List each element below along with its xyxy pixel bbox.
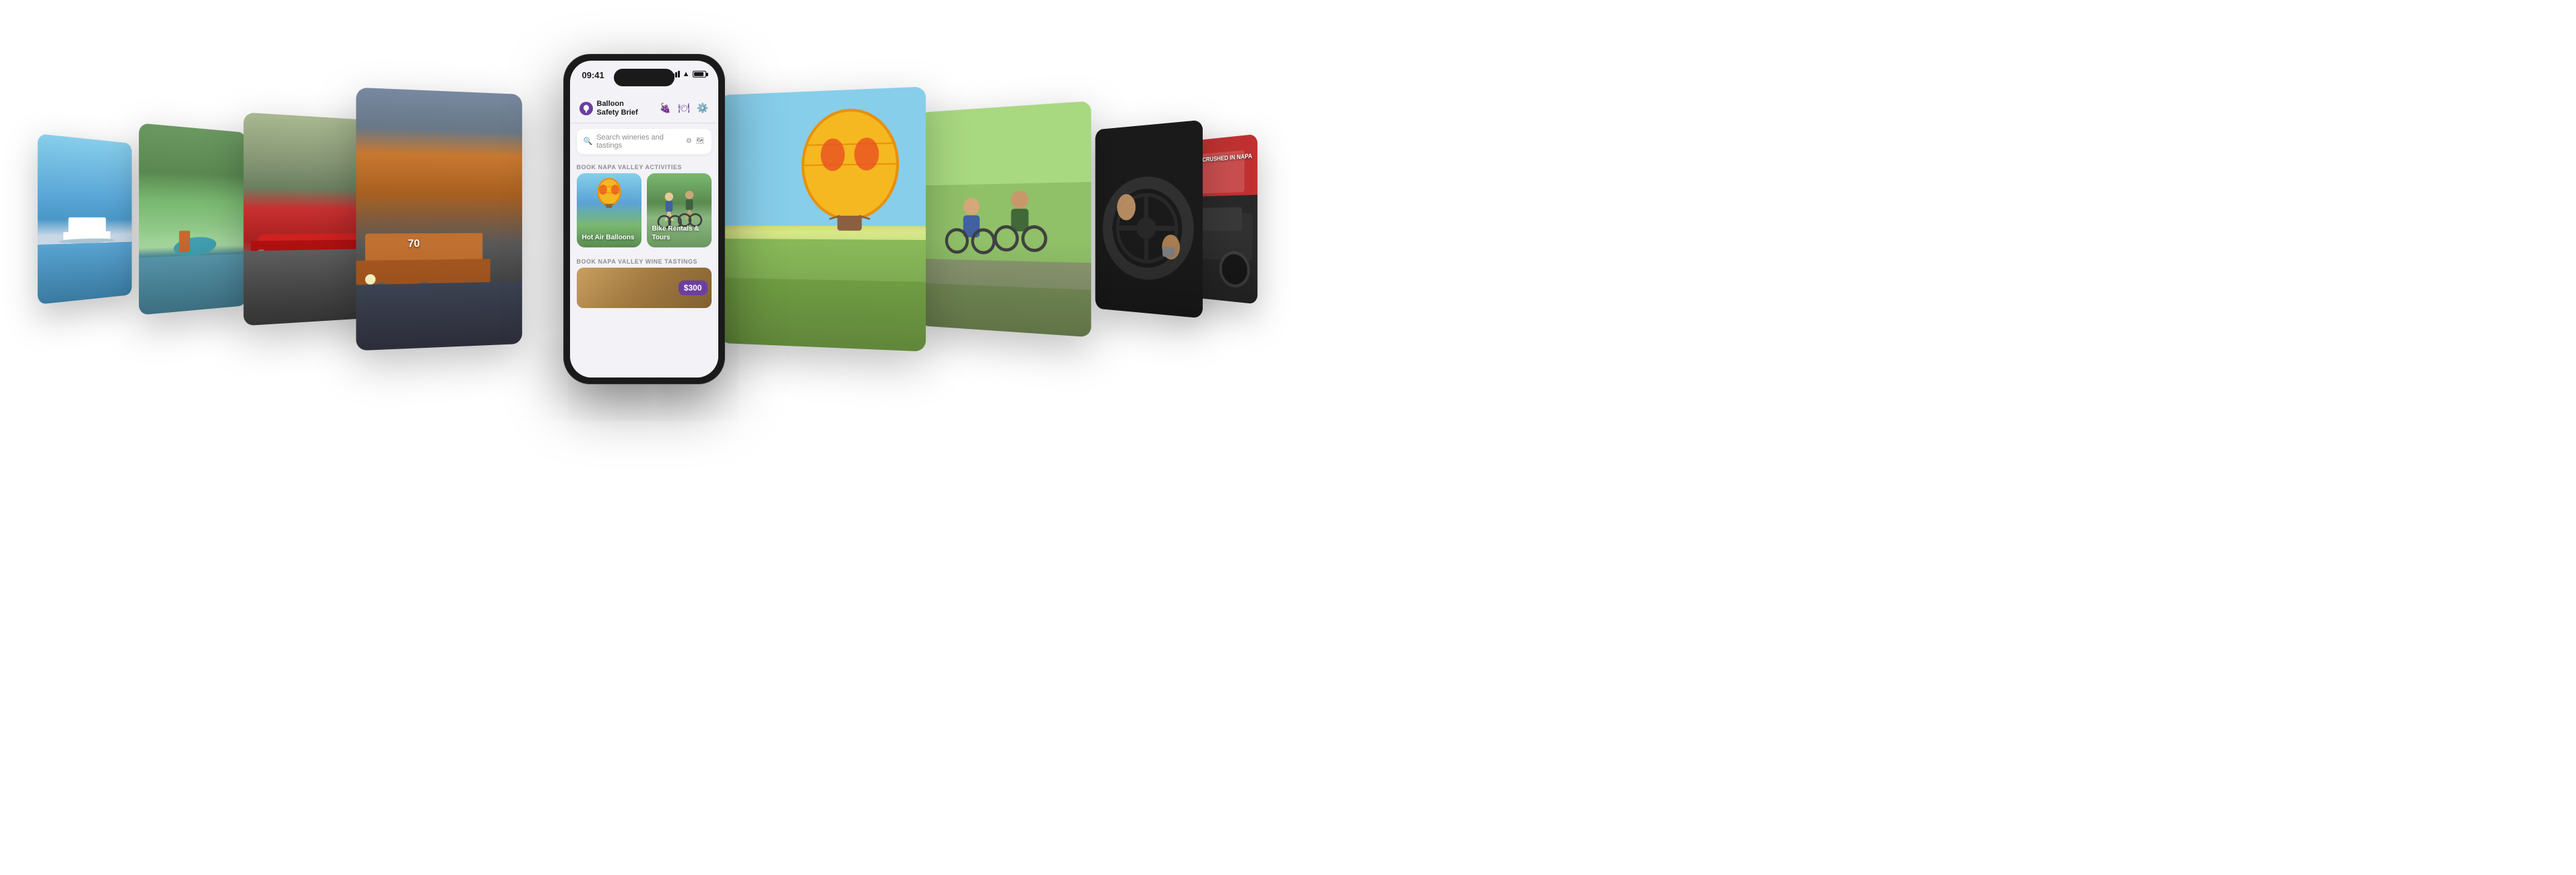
phone-container: 09:41 ▲ [563,54,725,384]
balloon-svg [589,177,629,217]
balloon-app-icon [579,102,593,115]
card-fade [720,243,926,351]
card-visual-biketour [920,100,1092,337]
card-fade [139,236,246,315]
map-icon[interactable]: 🗺 [696,138,705,145]
balloon-label-text: Hot Air Balloons [582,234,635,241]
header-left: Balloon Safety Brief [579,100,638,117]
wine-cards-row: $300 [570,268,718,308]
card-train: 70 [356,87,522,351]
activities-section-header: BOOK NAPA VALLEY ACTIVITIES [570,160,718,173]
bike-activity-label: Bike Rentals & Tours [652,224,712,242]
card-biketour [920,100,1092,337]
card-steering [1096,119,1203,318]
balloon-icon-svg [582,104,590,113]
card-balloon-right [720,86,926,351]
header-title-line1: Balloon [597,100,638,109]
card-visual-train: 70 [356,87,522,351]
card-fade [920,240,1092,337]
card-visual-balloon-right [720,86,926,351]
header-title-line2: Safety Brief [597,109,638,117]
food-icon[interactable]: 🍽 [678,102,690,114]
bike-label-text: Bike Rentals & Tours [652,225,699,241]
wine-card-1[interactable]: $300 [577,268,712,308]
search-right-icons: ⚙ 🗺 [686,138,705,145]
settings-icon[interactable]: ⚙️ [697,102,708,114]
phone-screen: 09:41 ▲ [570,61,718,378]
card-visual-yacht [38,133,132,304]
balloon-activity-label: Hot Air Balloons [582,233,635,242]
header-title-text: Balloon Safety Brief [597,100,638,117]
activity-card-balloon[interactable]: Hot Air Balloons [577,173,641,247]
filter-icon[interactable]: ⚙ [686,138,692,145]
activities-row: Hot Air Balloons [570,173,718,254]
screen-content: Balloon Safety Brief 🍇 🍽 ⚙️ [570,94,718,378]
card-kayak [139,123,246,315]
bar4 [678,71,680,78]
price-badge: $300 [679,280,708,295]
search-placeholder: Search wineries and tastings [596,133,682,150]
card-visual-steering [1096,119,1203,318]
card-visual-kayak [139,123,246,315]
wine-section-header: BOOK NAPA VALLEY WINE TASTINGS [570,254,718,268]
cards-container: 70 09:41 [0,0,1288,438]
phone-device: 09:41 ▲ [563,54,725,384]
card-fade [38,234,132,304]
battery-icon [693,71,706,78]
main-scene: 70 09:41 [0,0,1288,438]
card-fade [356,243,522,350]
search-icon: 🔍 [584,137,593,146]
activity-card-bike[interactable]: Bike Rentals & Tours [647,173,712,247]
header-right: 🍇 🍽 ⚙️ [660,102,709,114]
search-bar[interactable]: 🔍 Search wineries and tastings ⚙ 🗺 [577,129,712,154]
wifi-icon: ▲ [683,70,690,78]
card-fade [1096,237,1203,318]
app-header: Balloon Safety Brief 🍇 🍽 ⚙️ [570,94,718,123]
bar3 [675,72,677,78]
status-icons: ▲ [670,70,706,78]
dynamic-island [614,69,674,86]
status-time: 09:41 [582,70,604,80]
card-yacht [38,133,132,304]
grapes-icon[interactable]: 🍇 [660,102,671,114]
